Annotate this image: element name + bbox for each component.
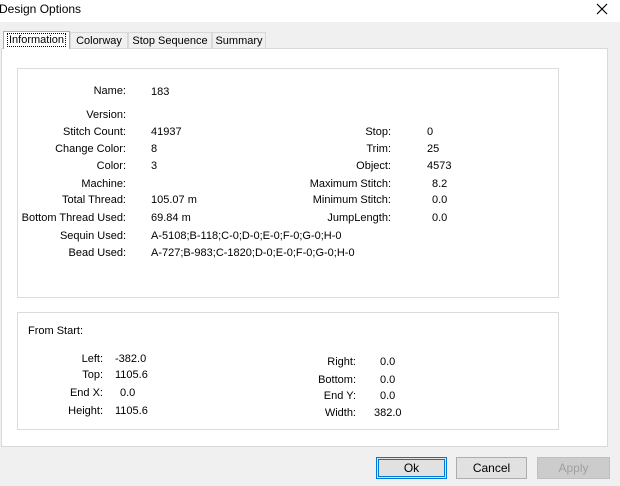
- top-label: Top:: [82, 369, 103, 381]
- height-value: 1105.6: [115, 405, 148, 417]
- width-label: Width:: [324, 407, 356, 419]
- bottom-thread-label: Bottom Thread Used:: [21, 212, 126, 224]
- info-group: Name: 183 Version: Stitch Count: 41937 C…: [17, 68, 559, 298]
- color-value: 3: [151, 160, 158, 172]
- information-panel: Name: 183 Version: Stitch Count: 41937 C…: [1, 48, 608, 447]
- bottom-label: Bottom:: [318, 374, 356, 386]
- min-stitch-value: 0.0: [432, 194, 448, 206]
- trim-label: Trim:: [366, 143, 391, 155]
- bottom-value: 0.0: [380, 374, 396, 386]
- object-label: Object:: [356, 160, 391, 172]
- from-start-heading: From Start:: [28, 325, 84, 337]
- right-value: 0.0: [380, 356, 396, 368]
- stop-value: 0: [427, 126, 434, 138]
- cancel-button[interactable]: Cancel: [456, 457, 527, 479]
- total-thread-value: 105.07 m: [151, 194, 197, 206]
- stop-label: Stop:: [365, 126, 391, 138]
- tab-summary[interactable]: Summary: [212, 32, 266, 48]
- machine-label: Machine:: [81, 178, 126, 190]
- right-label: Right:: [327, 356, 356, 368]
- sequin-value: A-5108;B-118;C-0;D-0;E-0;F-0;G-0;H-0: [151, 230, 342, 242]
- jump-length-value: 0.0: [432, 212, 448, 224]
- change-color-label: Change Color:: [55, 143, 126, 155]
- jump-length-label: JumpLength:: [327, 212, 391, 224]
- window-title: Design Options: [0, 2, 82, 16]
- name-label: Name:: [93, 85, 126, 97]
- max-stitch-label: Maximum Stitch:: [309, 178, 391, 190]
- end-x-value: 0.0: [120, 387, 136, 399]
- from-start-group: From Start: Left: -382.0 Top: 1105.6 End…: [17, 312, 559, 430]
- stitch-count-label: Stitch Count:: [63, 126, 126, 138]
- bottom-thread-value: 69.84 m: [151, 212, 191, 224]
- tab-strip: Information Colorway Stop Sequence Summa…: [0, 31, 620, 49]
- tab-stop-sequence[interactable]: Stop Sequence: [128, 32, 212, 48]
- change-color-value: 8: [151, 143, 158, 155]
- left-label: Left:: [81, 353, 103, 365]
- name-value: 183: [151, 86, 170, 98]
- tab-colorway[interactable]: Colorway: [70, 32, 128, 48]
- object-value: 4573: [427, 160, 452, 172]
- end-x-label: End X:: [69, 387, 103, 399]
- ok-button[interactable]: Ok: [376, 457, 447, 479]
- end-y-label: End Y:: [323, 390, 356, 402]
- height-label: Height:: [68, 405, 103, 417]
- left-value: -382.0: [115, 353, 147, 365]
- version-label: Version:: [86, 109, 126, 121]
- bead-value: A-727;B-983;C-1820;D-0;E-0;F-0;G-0;H-0: [151, 247, 355, 259]
- tab-information[interactable]: Information: [3, 31, 70, 49]
- width-value: 382.0: [374, 407, 402, 419]
- end-y-value: 0.0: [380, 390, 396, 402]
- bead-label: Bead Used:: [68, 247, 126, 259]
- max-stitch-value: 8.2: [432, 178, 448, 190]
- close-icon[interactable]: [596, 3, 608, 15]
- stitch-count-value: 41937: [151, 126, 182, 138]
- total-thread-label: Total Thread:: [61, 194, 126, 206]
- top-value: 1105.6: [115, 369, 148, 381]
- trim-value: 25: [427, 143, 440, 155]
- apply-button[interactable]: Apply: [537, 457, 610, 479]
- color-label: Color:: [96, 160, 126, 172]
- title-bar: Design Options: [0, 0, 620, 22]
- sequin-label: Sequin Used:: [59, 230, 126, 242]
- min-stitch-label: Minimum Stitch:: [312, 194, 391, 206]
